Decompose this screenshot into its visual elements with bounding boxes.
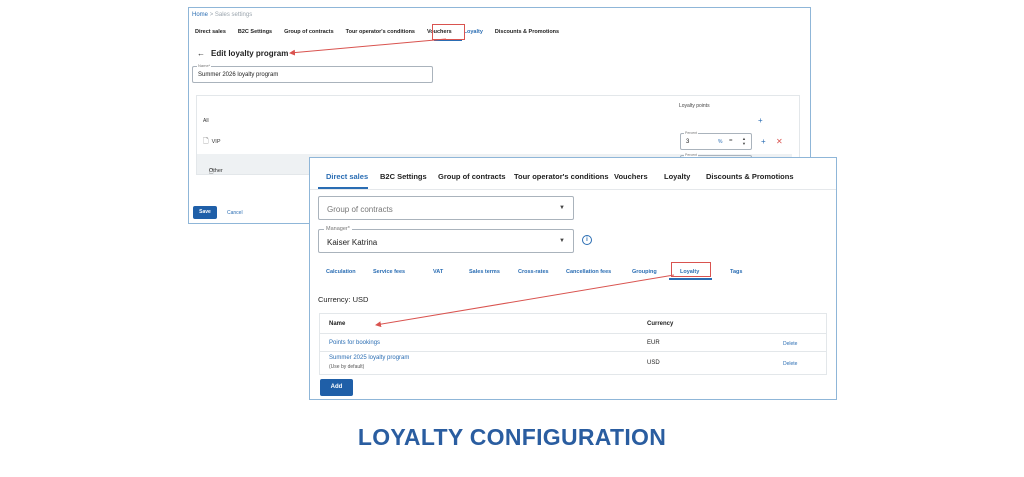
manager-select[interactable]: Manager* Kaiser Katrina ▼	[318, 226, 574, 253]
page-title-text: Edit loyalty program	[211, 49, 289, 58]
subtab-cross-rates[interactable]: Cross-rates	[518, 269, 549, 275]
delete-button[interactable]: Delete	[783, 361, 797, 367]
loyalty-subtab-underline	[669, 278, 712, 280]
loyalty-tab-underline	[434, 40, 462, 41]
percent-field-label: Percent	[684, 131, 699, 135]
percent-field[interactable]: Percent 3 % = ▲ ▼	[680, 131, 752, 150]
subtab-sales-terms[interactable]: Sales terms	[469, 269, 500, 275]
program-name-link[interactable]: Summer 2025 loyalty program	[329, 355, 409, 361]
delete-row-icon[interactable]: ✕	[776, 137, 783, 146]
equals-sign: =	[729, 138, 733, 144]
add-rule-icon[interactable]: +	[758, 116, 763, 125]
breadcrumb-separator: >	[209, 12, 214, 18]
row-vip: 🗋 VIP	[203, 137, 221, 148]
loyalty-tab-highlight	[432, 24, 465, 40]
name-field-label: Name*	[197, 63, 212, 68]
stage: Home > Sales settings Direct sales B2C S…	[0, 0, 1024, 477]
table-row: Summer 2025 loyalty program (Use by defa…	[320, 352, 826, 374]
tab-divider	[310, 189, 836, 190]
page-title: ← Edit loyalty program	[197, 49, 288, 58]
manager-label: Manager*	[324, 226, 352, 232]
percent-unit: %	[718, 139, 723, 145]
program-name-link[interactable]: Points for bookings	[329, 340, 380, 346]
chevron-down-icon: ▼	[559, 238, 565, 244]
breadcrumb-home[interactable]: Home	[192, 12, 208, 18]
document-icon: 🗋	[203, 138, 209, 145]
subtab-service-fees[interactable]: Service fees	[373, 269, 405, 275]
group-of-contracts-select[interactable]: Group of contracts ▼	[318, 196, 574, 220]
cancel-button[interactable]: Cancel	[227, 210, 243, 216]
tab-discounts-promotions[interactable]: Discounts & Promotions	[706, 172, 794, 181]
loyalty-programs-table: Name Currency Points for bookings EUR De…	[319, 313, 827, 375]
subtab-tags[interactable]: Tags	[730, 269, 742, 275]
name-field-value: Summer 2026 loyalty program	[198, 72, 279, 78]
tab-b2c-settings[interactable]: B2C Settings	[380, 172, 427, 181]
table-row: Points for bookings EUR Delete	[320, 334, 826, 352]
table-header: Name Currency	[320, 314, 826, 334]
tab-b2c-settings[interactable]: B2C Settings	[238, 29, 272, 35]
column-header-currency: Currency	[647, 321, 674, 327]
tab-discounts-promotions[interactable]: Discounts & Promotions	[495, 29, 559, 35]
chevron-down-icon: ▼	[559, 205, 565, 211]
add-row-icon[interactable]: +	[761, 137, 766, 146]
manager-value: Kaiser Katrina	[327, 238, 378, 247]
save-button[interactable]: Save	[193, 206, 217, 219]
tab-direct-sales[interactable]: Direct sales	[326, 172, 368, 181]
loyalty-points-header: Loyalty points	[679, 103, 710, 109]
tab-tour-operators-conditions[interactable]: Tour operator's conditions	[514, 172, 609, 181]
sales-settings-panel: Direct sales B2C Settings Group of contr…	[309, 157, 837, 400]
program-currency: EUR	[647, 340, 660, 346]
tab-tour-operators-conditions[interactable]: Tour operator's conditions	[346, 29, 415, 35]
tab-vouchers[interactable]: Vouchers	[614, 172, 648, 181]
tab-loyalty[interactable]: Loyalty	[664, 172, 690, 181]
default-note: (Use by default)	[329, 364, 365, 370]
loyalty-subtab-highlight	[671, 262, 711, 277]
column-header-name: Name	[329, 321, 346, 327]
back-arrow-icon[interactable]: ←	[197, 49, 205, 58]
info-icon[interactable]: i	[582, 235, 592, 245]
subtab-cancellation-fees[interactable]: Cancellation fees	[566, 269, 611, 275]
delete-button[interactable]: Delete	[783, 341, 797, 347]
group-of-contracts-placeholder: Group of contracts	[327, 205, 393, 214]
breadcrumb-current: Sales settings	[214, 12, 253, 18]
subtab-grouping[interactable]: Grouping	[632, 269, 657, 275]
tab-direct-sales[interactable]: Direct sales	[195, 29, 226, 35]
add-button[interactable]: Add	[320, 379, 353, 396]
breadcrumb: Home > Sales settings	[192, 12, 252, 18]
name-field[interactable]: Name* Summer 2026 loyalty program	[192, 63, 433, 83]
subtab-calculation[interactable]: Calculation	[326, 269, 356, 275]
stepper-arrows-icon[interactable]: ▲ ▼	[742, 136, 746, 146]
back-tab-bar: Direct sales B2C Settings Group of contr…	[195, 29, 571, 35]
page-caption: LOYALTY CONFIGURATION	[357, 424, 667, 450]
tab-loyalty[interactable]: Loyalty	[464, 29, 483, 35]
currency-label: Currency: USD	[318, 295, 369, 304]
row-vip-label: VIP	[211, 139, 221, 145]
row-all-label: All	[203, 118, 209, 124]
tab-group-of-contracts[interactable]: Group of contracts	[438, 172, 506, 181]
program-currency: USD	[647, 360, 660, 366]
tab-group-of-contracts[interactable]: Group of contracts	[284, 29, 334, 35]
subtab-vat[interactable]: VAT	[433, 269, 443, 275]
percent-field-value: 3	[686, 139, 690, 145]
